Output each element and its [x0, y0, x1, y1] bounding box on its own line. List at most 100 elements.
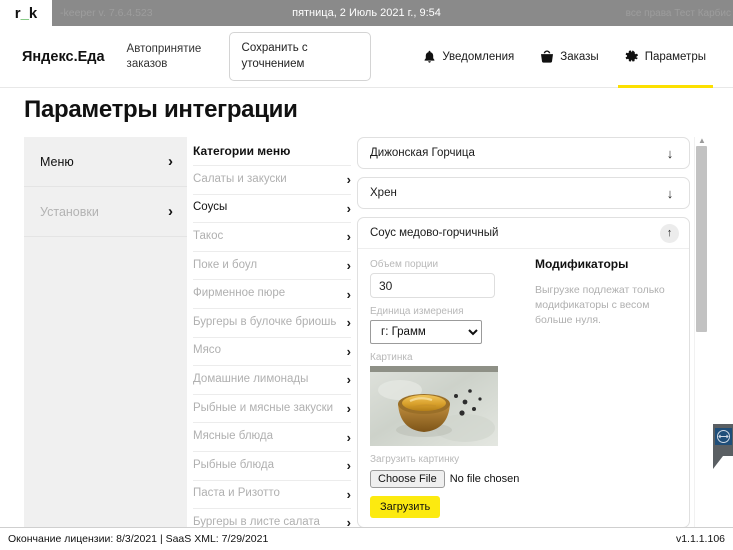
category-item[interactable]: Бургеры в булочке бриошь › [193, 307, 351, 337]
gear-icon [625, 49, 639, 64]
sidebar-item-settings-label: Установки [40, 204, 99, 219]
accordion-title: Дижонская Горчица [370, 147, 475, 159]
application-window: r _ k -keeper v. 7.6.4.523 пятница, 2 Июль… [0, 0, 733, 550]
chevron-right-icon: › [346, 429, 351, 445]
support-chat-widget[interactable] [713, 424, 733, 470]
nav-item-notifications-label: Уведомления [442, 50, 515, 63]
app-version-label: -keeper v. 7.6.4.523 [60, 7, 153, 19]
accordion-item-collapsed[interactable]: Хрен ↓ [357, 177, 690, 209]
categories-list: Салаты и закуски › Соусы › Такос › Поке и боул… [193, 165, 351, 535]
chevron-right-icon: › [346, 229, 351, 245]
category-item[interactable]: Рыбные и мясные закуски › [193, 393, 351, 423]
category-item[interactable]: Соусы › [193, 193, 351, 223]
license-status-label: Окончание лицензии: 8/3/2021 | SaaS XML:… [8, 533, 269, 545]
modifiers-section: Модификаторы Выгрузке подлежат только мо… [525, 251, 677, 518]
chevron-down-icon[interactable]: ↓ [661, 186, 679, 201]
chevron-down-icon[interactable]: ↓ [661, 146, 679, 161]
logo-text-underscore: _ [20, 4, 29, 22]
items-panel-scrollbar[interactable]: ▲ ▼ [694, 137, 707, 535]
support-widget-body[interactable] [713, 424, 733, 456]
auto-accept-orders-label: Автопринятие заказов [126, 42, 202, 70]
category-item[interactable]: Домашние лимонады › [193, 365, 351, 394]
bell-icon [423, 50, 436, 64]
accordion-header[interactable]: Хрен ↓ [358, 178, 689, 208]
category-item-label: Рыбные и мясные закуски [193, 401, 334, 414]
nav-item-parameters[interactable]: Параметры [612, 26, 719, 88]
chevron-right-icon: › [346, 458, 351, 474]
chevron-right-icon: › [346, 401, 351, 417]
chevron-up-icon[interactable]: ↑ [660, 223, 679, 243]
category-item[interactable]: Мясо › [193, 336, 351, 366]
file-input-row: Choose File No file chosen [370, 470, 525, 488]
accordion-header[interactable]: Соус медово-горчичный ↑ [358, 218, 689, 248]
accordion-title: Хрен [370, 187, 397, 199]
rkeeper-logo: r _ k [0, 0, 52, 26]
category-item-label: Домашние лимонады [193, 373, 309, 386]
os-title-bar: r _ k -keeper v. 7.6.4.523 пятница, 2 Июль… [0, 0, 733, 26]
category-item[interactable]: Фирменное пюре › [193, 279, 351, 308]
sidebar-item-menu[interactable]: Меню › [24, 137, 187, 187]
basket-icon [540, 50, 554, 64]
copyright-label: все права Тест Карбис [625, 7, 731, 19]
chevron-right-icon: › [346, 286, 351, 302]
scrollbar-thumb[interactable] [696, 146, 707, 332]
item-picture-thumbnail [370, 366, 498, 446]
category-item[interactable]: Салаты и закуски › [193, 165, 351, 194]
brand-title: Яндекс.Еда [22, 48, 105, 65]
chevron-right-icon: › [346, 315, 351, 331]
main-navigation-bar: Яндекс.Еда Автопринятие заказов Сохранит… [0, 26, 733, 88]
nav-item-notifications[interactable]: Уведомления [410, 26, 527, 88]
modifiers-title: Модификаторы [535, 257, 629, 271]
category-item[interactable]: Рыбные блюда › [193, 450, 351, 480]
item-detail-form: Объем порции Единица измерения г: Граммм… [358, 248, 689, 518]
upload-picture-label: Загрузить картинку [370, 454, 460, 465]
unit-of-measure-label: Единица измерения [370, 306, 464, 317]
category-item[interactable]: Такос › [193, 222, 351, 251]
picture-label: Картинка [370, 352, 413, 363]
sidebar-item-menu-label: Меню [40, 154, 74, 169]
accordion-item-expanded: Соус медово-горчичный ↑ Объем порции Еди… [357, 217, 690, 528]
save-with-clarification-button[interactable]: Сохранить с уточнением [228, 31, 371, 82]
category-item-label: Паста и Ризотто [193, 487, 280, 500]
upload-button[interactable]: Загрузить [370, 496, 441, 518]
modifiers-note: Выгрузке подлежат только модификаторы с … [535, 284, 665, 327]
category-item[interactable]: Поке и боул › [193, 250, 351, 280]
category-item-label: Такос [193, 230, 224, 243]
categories-header: Категории меню [193, 144, 291, 158]
sidebar: Меню › Установки › [24, 137, 187, 535]
nav-item-parameters-label: Параметры [644, 50, 706, 63]
app-version-label: v1.1.1.106 [675, 533, 725, 545]
category-item-label: Соусы [193, 201, 228, 214]
category-item-label: Мясо [193, 344, 222, 357]
nav-item-orders[interactable]: Заказы [527, 26, 611, 88]
sidebar-item-settings[interactable]: Установки › [24, 187, 187, 237]
teamviewer-icon [715, 428, 732, 445]
nav-item-orders-label: Заказы [560, 50, 599, 63]
scroll-up-arrow-icon[interactable]: ▲ [698, 137, 706, 145]
chevron-right-icon: › [346, 372, 351, 388]
logo-text-k: k [28, 4, 38, 22]
chevron-right-icon: › [346, 172, 351, 188]
category-item-label: Салаты и закуски [193, 172, 287, 185]
portion-volume-label: Объем порции [370, 259, 439, 270]
category-item-label: Бургеры в булочке бриошь [193, 315, 337, 328]
status-bar: Окончание лицензии: 8/3/2021 | SaaS XML:… [0, 527, 733, 550]
portion-volume-input[interactable] [370, 273, 495, 298]
accordion-header[interactable]: Дижонская Горчица ↓ [358, 138, 689, 168]
accordion-item-collapsed[interactable]: Дижонская Горчица ↓ [357, 137, 690, 169]
category-item-label: Рыбные блюда [193, 458, 274, 471]
chevron-right-icon: › [346, 258, 351, 274]
chevron-right-icon: › [346, 486, 351, 502]
page-title: Параметры интеграции [24, 96, 298, 123]
support-widget-tail [713, 456, 733, 469]
nav-right-group: Уведомления Заказы Параметры [410, 26, 733, 88]
chevron-right-icon: › [168, 153, 173, 170]
category-item[interactable]: Паста и Ризотто › [193, 479, 351, 509]
category-item-label: Фирменное пюре [193, 287, 286, 300]
category-item[interactable]: Мясные блюда › [193, 422, 351, 451]
menu-items-panel: Дижонская Горчица ↓ Хрен ↓ Соус медово-г… [357, 137, 690, 535]
unit-of-measure-select[interactable]: г: Грамммл: Миллилитркг: Килограммл: Лит… [370, 320, 482, 344]
item-form-fields: Объем порции Единица измерения г: Граммм… [370, 251, 525, 518]
chevron-right-icon: › [346, 343, 351, 359]
choose-file-button[interactable]: Choose File [370, 470, 445, 488]
